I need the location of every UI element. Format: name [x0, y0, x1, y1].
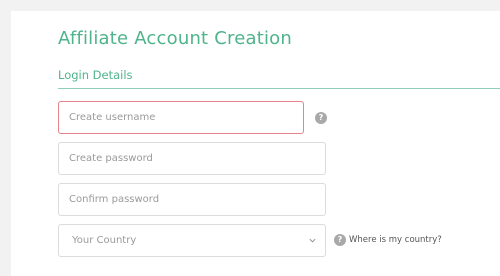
country-help-link[interactable]: Where is my country?: [349, 235, 442, 245]
chevron-down-icon: [309, 238, 316, 243]
password-input[interactable]: [58, 142, 326, 175]
country-select-value: Your Country: [72, 235, 137, 246]
help-icon[interactable]: ?: [334, 234, 346, 246]
section-divider: [58, 88, 500, 89]
page-title: Affiliate Account Creation: [58, 28, 292, 49]
username-input[interactable]: [58, 101, 304, 134]
help-icon[interactable]: ?: [315, 112, 327, 124]
country-select[interactable]: Your Country: [58, 224, 326, 257]
confirm-password-input[interactable]: [58, 183, 326, 216]
section-title: Login Details: [58, 68, 133, 82]
